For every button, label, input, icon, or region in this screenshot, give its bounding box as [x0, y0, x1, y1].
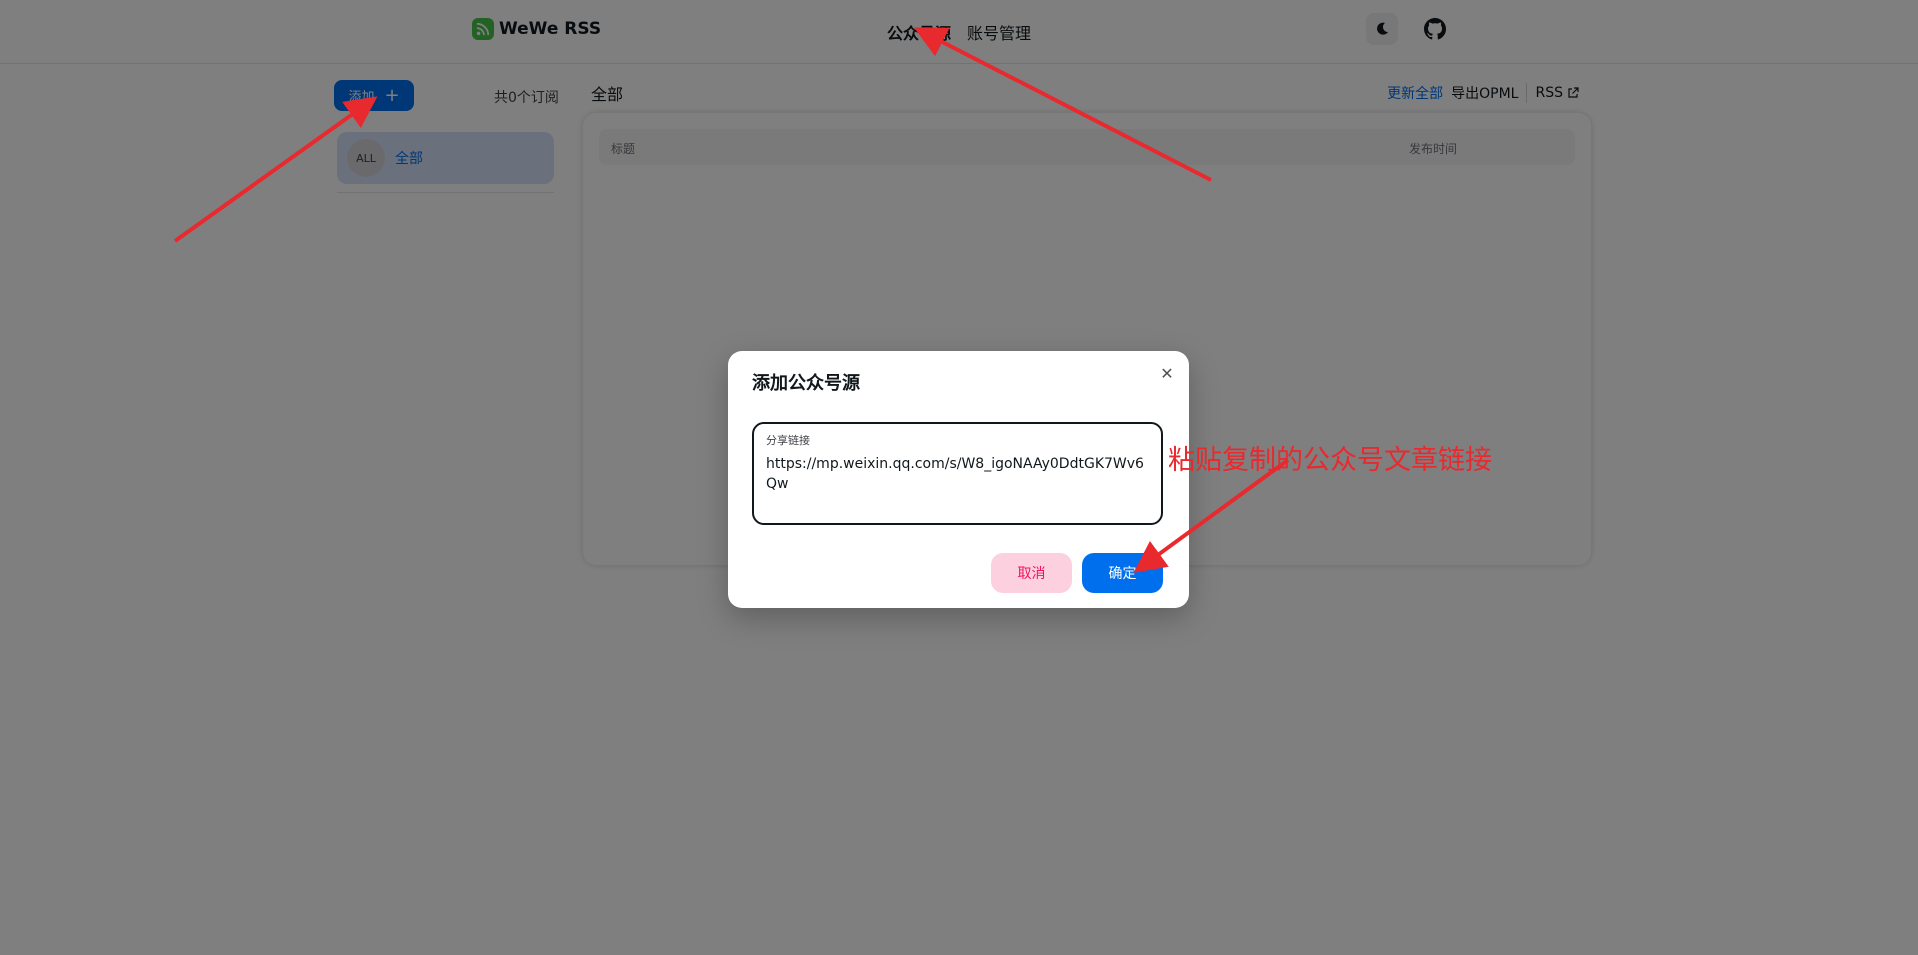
cancel-button[interactable]: 取消	[991, 553, 1072, 593]
share-link-field[interactable]: 分享链接 https://mp.weixin.qq.com/s/W8_igoNA…	[752, 422, 1163, 525]
add-source-dialog: 添加公众号源 ✕ 分享链接 https://mp.weixin.qq.com/s…	[728, 351, 1189, 608]
share-link-label: 分享链接	[766, 434, 810, 447]
app-root: WeWe RSS 公众号源 账号管理 添加 + 共0个订阅 ALL 全部 全部 …	[0, 0, 1918, 955]
dialog-title: 添加公众号源	[752, 373, 860, 394]
share-link-input[interactable]: https://mp.weixin.qq.com/s/W8_igoNAAy0Dd…	[766, 454, 1150, 494]
confirm-button[interactable]: 确定	[1082, 553, 1163, 593]
close-icon[interactable]: ✕	[1157, 363, 1177, 383]
annotation-text: 粘贴复制的公众号文章链接	[1168, 445, 1492, 476]
